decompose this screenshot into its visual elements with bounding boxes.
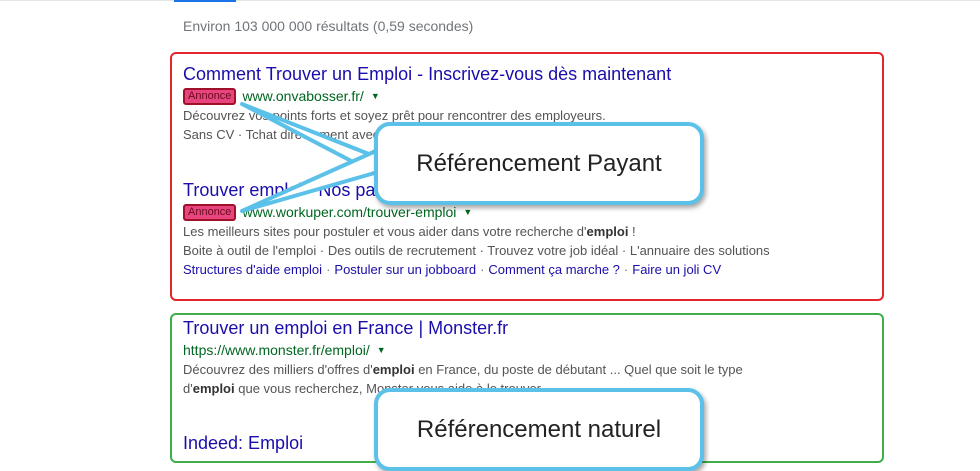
search-result-organic-1: Trouver un emploi en France | Monster.fr…: [183, 317, 873, 398]
sitelink[interactable]: Structures d'aide emploi: [183, 262, 322, 277]
sitelink-separator: ·: [623, 262, 629, 277]
snippet-keyword: emploi: [372, 362, 415, 377]
paid-search-callout: Référencement Payant: [374, 122, 704, 205]
snippet-text: Découvrez des milliers d'offres d': [183, 362, 373, 377]
sitelink-separator: ·: [326, 262, 331, 277]
ad-badge: Annonce: [183, 87, 237, 105]
result-snippet: Découvrez des milliers d'offres d'emploi…: [183, 360, 873, 379]
result-snippet: Les meilleurs sites pour postuler et vou…: [183, 222, 873, 241]
sitelink[interactable]: Comment ça marche ?: [488, 262, 620, 277]
result-snippet-extensions: Boite à outil de l'emploi · Des outils d…: [183, 243, 770, 258]
sitelink[interactable]: Faire un joli CV: [632, 262, 721, 277]
snippet-text: en France, du poste de débutant ... Quel…: [414, 362, 743, 377]
caret-down-icon[interactable]: ▼: [371, 91, 380, 101]
snippet-text: !: [628, 224, 636, 239]
caret-down-icon[interactable]: ▼: [463, 207, 472, 217]
active-tab-indicator: [174, 0, 236, 2]
snippet-keyword: emploi: [586, 224, 629, 239]
result-url-line: Annonce www.workuper.com/trouver-emploi …: [183, 202, 873, 222]
sitelink[interactable]: Postuler sur un jobboard: [334, 262, 476, 277]
result-stats: Environ 103 000 000 résultats (0,59 seco…: [183, 18, 474, 34]
organic-search-callout: Référencement naturel: [374, 388, 704, 471]
top-divider: [0, 0, 980, 1]
sitelink-separator: ·: [480, 262, 485, 277]
snippet-keyword: emploi: [192, 381, 235, 396]
result-url-line: https://www.monster.fr/emploi/ ▼: [183, 340, 873, 360]
caret-down-icon[interactable]: ▼: [377, 345, 386, 355]
result-title-link[interactable]: Comment Trouver un Emploi - Inscrivez-vo…: [183, 63, 873, 85]
snippet-text: Les meilleurs sites pour postuler et vou…: [183, 224, 587, 239]
result-url[interactable]: https://www.monster.fr/emploi/: [183, 342, 370, 358]
result-title-link[interactable]: Trouver un emploi en France | Monster.fr: [183, 317, 873, 339]
sitelinks: Structures d'aide emploi · Postuler sur un…: [183, 260, 873, 279]
result-url[interactable]: www.onvabosser.fr/: [242, 88, 363, 104]
result-url[interactable]: www.workuper.com/trouver-emploi: [242, 204, 456, 220]
result-url-line: Annonce www.onvabosser.fr/ ▼: [183, 86, 873, 106]
snippet-text: d': [183, 381, 193, 396]
ad-badge: Annonce: [183, 203, 237, 221]
